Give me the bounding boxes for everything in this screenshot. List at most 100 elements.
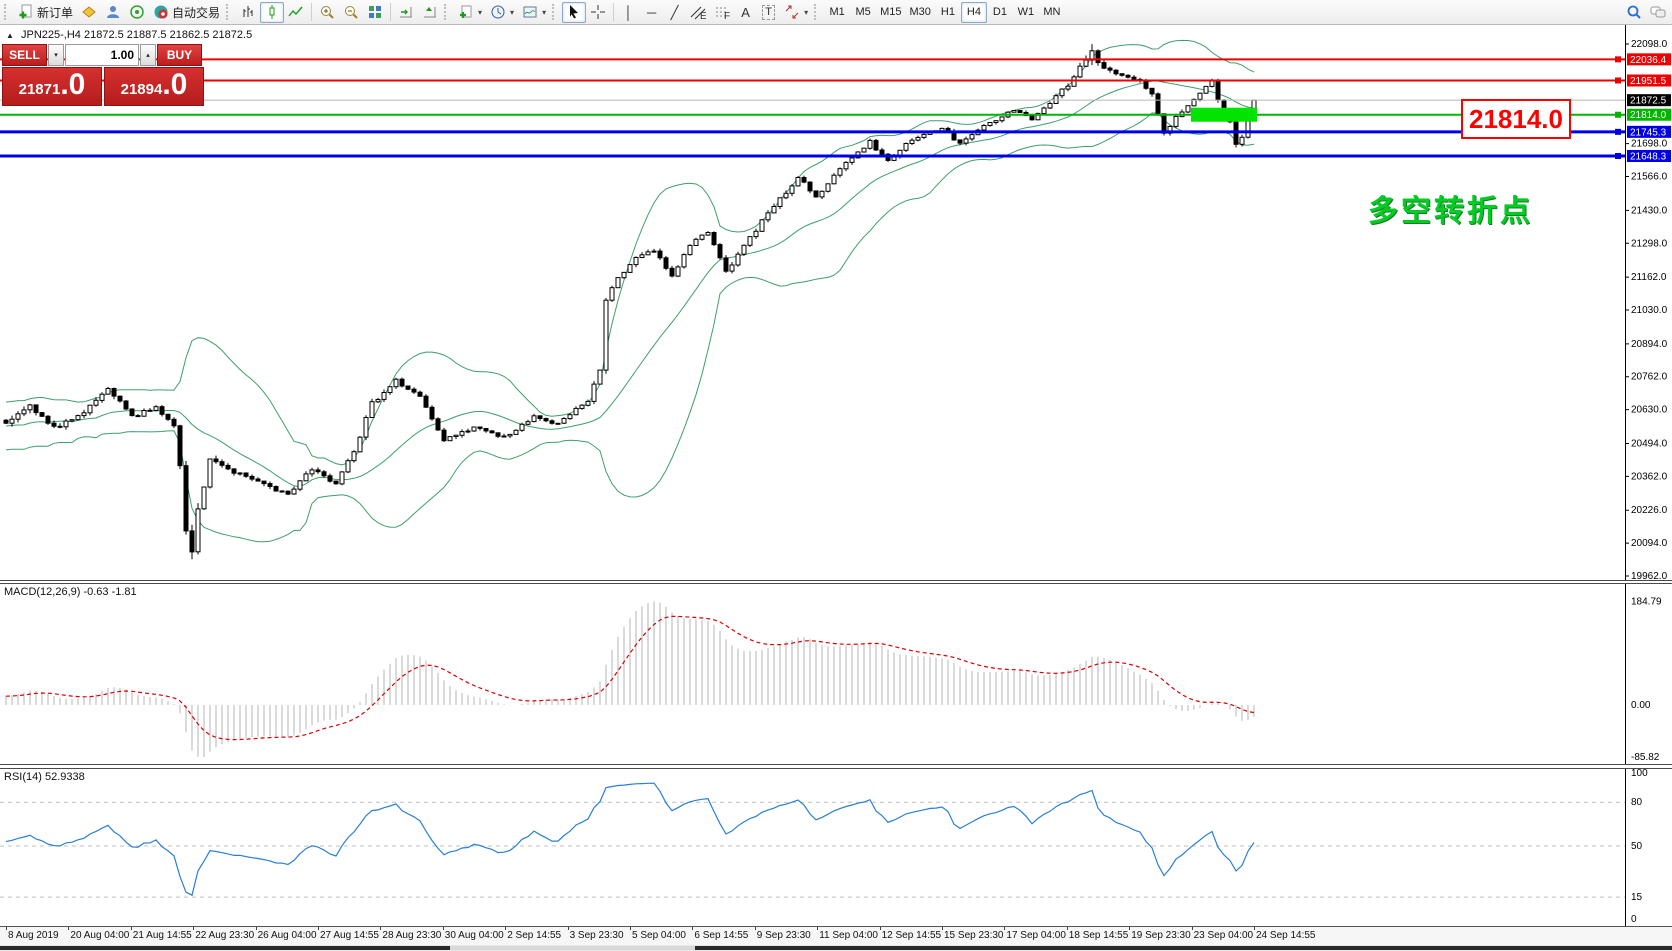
zoom-in-button[interactable] (315, 2, 339, 23)
time-tick (68, 927, 69, 930)
time-axis-label: 6 Sep 14:55 (694, 930, 748, 941)
chart-title: ▲ JPN225-,H4 21872.5 21887.5 21862.5 218… (6, 29, 252, 41)
volume-increase-button[interactable]: ▴ (140, 44, 156, 66)
scroll-thumb[interactable] (450, 946, 695, 950)
svg-text:21648.3: 21648.3 (1630, 152, 1667, 163)
main-chart-canvas[interactable]: 22098.021698.021566.021430.021298.021162… (0, 25, 1672, 580)
horizontal-line-button[interactable]: ─ (640, 2, 663, 23)
time-tick (131, 927, 132, 930)
svg-text:15: 15 (1631, 892, 1643, 903)
svg-text:0: 0 (1631, 914, 1637, 925)
toolbar-separator (390, 3, 391, 21)
autotrading-button[interactable]: 自动交易 (149, 2, 224, 23)
svg-text:F: F (724, 11, 730, 20)
sell-button[interactable]: SELL (2, 44, 47, 66)
volume-decrease-button[interactable]: ▾ (48, 44, 64, 66)
new-chart-button[interactable]: ▾ (454, 2, 486, 23)
time-tick (755, 927, 756, 930)
buy-price-display[interactable]: 21894.0 (104, 67, 204, 106)
timeframe-mn-button[interactable]: MN (1039, 2, 1065, 23)
new-chart-icon (458, 4, 474, 20)
search-icon (1626, 4, 1642, 20)
svg-text:21030.0: 21030.0 (1631, 305, 1668, 316)
line-chart-button[interactable] (284, 2, 308, 23)
collapse-triangle-icon[interactable]: ▲ (6, 31, 14, 40)
timeframe-w1-button[interactable]: W1 (1013, 2, 1039, 23)
auto-scroll-button[interactable] (394, 2, 418, 23)
arrows-button[interactable]: ▾ (780, 2, 812, 23)
time-tick (443, 927, 444, 930)
time-axis-label: 26 Aug 04:00 (258, 930, 317, 941)
line-handle (1615, 112, 1621, 118)
rsi-pane-canvas[interactable]: 1008050150 (0, 769, 1672, 926)
chat-button[interactable] (1646, 2, 1670, 23)
line-chart-icon (288, 4, 304, 20)
time-axis[interactable]: 8 Aug 201920 Aug 04:0021 Aug 14:5522 Aug… (0, 926, 1672, 945)
macd-pane-canvas[interactable]: 184.790.00-85.82 (0, 584, 1672, 764)
sell-price-display[interactable]: 21871.0 (2, 67, 102, 106)
timeframe-h1-button[interactable]: H1 (935, 2, 961, 23)
dropdown-caret-icon: ▾ (478, 8, 482, 17)
bottom-scroll-strip[interactable] (0, 945, 1672, 951)
timeframe-d1-button[interactable]: D1 (987, 2, 1013, 23)
sell-price-int: 21871 (19, 71, 61, 98)
tile-windows-button[interactable] (363, 2, 387, 23)
svg-text:22098.0: 22098.0 (1631, 39, 1668, 50)
time-tick (1129, 927, 1130, 930)
svg-text:21745.3: 21745.3 (1630, 127, 1667, 138)
text-icon: A (741, 6, 750, 19)
equidistant-channel-button[interactable]: E (686, 2, 710, 23)
chart-shift-button[interactable] (418, 2, 442, 23)
price-callout-label[interactable]: 21814.0 (1461, 99, 1571, 139)
text-button[interactable]: A (734, 2, 757, 23)
chart-style-icon (81, 4, 97, 20)
zoom-out-button[interactable] (339, 2, 363, 23)
dropdown-caret-icon: ▾ (542, 8, 546, 17)
templates-button[interactable]: ▾ (518, 2, 550, 23)
vertical-line-button[interactable]: │ (617, 2, 640, 23)
svg-text:-85.82: -85.82 (1631, 752, 1660, 763)
svg-text:50: 50 (1631, 841, 1643, 852)
mt4-window: 新订单 自动交易 (0, 0, 1672, 951)
chart-style-button[interactable] (77, 2, 101, 23)
periods-button[interactable]: ▾ (486, 2, 518, 23)
search-button[interactable] (1622, 2, 1646, 23)
timeframe-m15-button[interactable]: M15 (876, 2, 905, 23)
timeframe-m1-button[interactable]: M1 (824, 2, 850, 23)
svg-text:E: E (700, 11, 706, 20)
text-label-button[interactable]: T (757, 2, 780, 23)
svg-text:20494.0: 20494.0 (1631, 438, 1668, 449)
svg-text:20630.0: 20630.0 (1631, 405, 1668, 416)
arrows-icon (784, 4, 800, 20)
new-order-button[interactable]: 新订单 (14, 2, 77, 23)
svg-text:21951.5: 21951.5 (1630, 76, 1667, 87)
cursor-button[interactable] (562, 2, 586, 23)
line-handle (1615, 77, 1621, 83)
time-axis-label: 15 Sep 23:30 (944, 930, 1004, 941)
fibonacci-button[interactable]: F (710, 2, 734, 23)
volume-input[interactable] (65, 44, 139, 66)
toolbar: 新订单 自动交易 (0, 0, 1672, 25)
time-tick (1004, 927, 1005, 930)
timeframe-m30-button[interactable]: M30 (906, 2, 935, 23)
trendline-button[interactable]: ╱ (663, 2, 686, 23)
rsi-line (6, 783, 1254, 895)
svg-text:20762.0: 20762.0 (1631, 372, 1668, 383)
time-axis-label: 27 Aug 14:55 (320, 930, 379, 941)
svg-text:20226.0: 20226.0 (1631, 505, 1668, 516)
timeframe-m5-button[interactable]: M5 (850, 2, 876, 23)
bar-chart-button[interactable] (236, 2, 260, 23)
chinese-annotation-text[interactable]: 多空转折点 (1368, 186, 1533, 230)
toolbar-grip (552, 4, 558, 20)
timeframe-h4-button[interactable]: H4 (961, 2, 987, 23)
community-button[interactable] (101, 2, 125, 23)
signals-button[interactable] (125, 2, 149, 23)
time-axis-label: 18 Sep 14:55 (1069, 930, 1129, 941)
toolbar-separator (613, 3, 614, 21)
buy-button[interactable]: BUY (157, 44, 202, 66)
new-order-label: 新订单 (37, 4, 73, 21)
time-tick (942, 927, 943, 930)
crosshair-button[interactable] (586, 2, 610, 23)
candlestick-chart-button[interactable] (260, 2, 284, 23)
svg-text:0.00: 0.00 (1631, 700, 1651, 711)
